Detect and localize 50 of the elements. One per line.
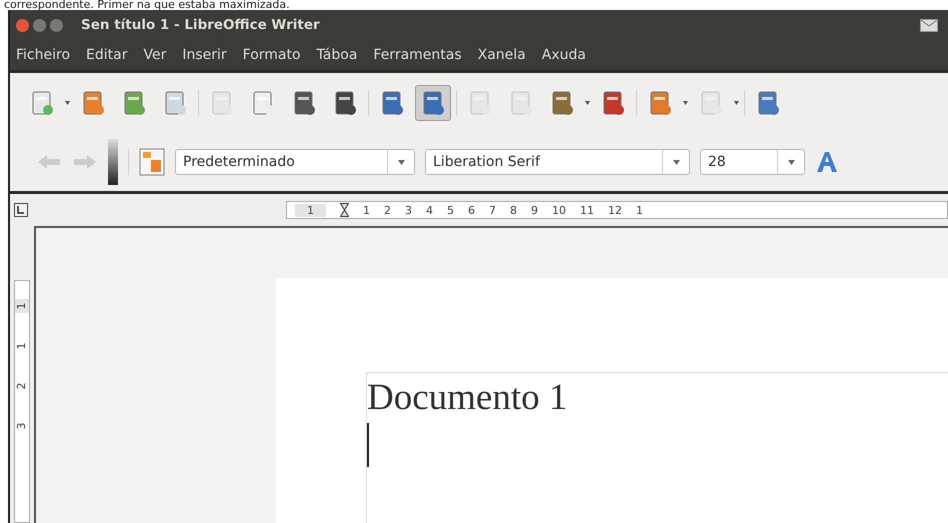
close-button[interactable] [16, 18, 29, 32]
caret-icon[interactable] [734, 101, 739, 105]
menu-item[interactable]: Formato [242, 47, 301, 63]
font-dropdown[interactable]: Liberation Serif [425, 149, 690, 175]
menu-item[interactable]: Editar [86, 47, 128, 63]
ruler-number: 3 [405, 204, 412, 216]
ruler-number: 6 [468, 204, 475, 216]
caret-icon [398, 160, 404, 164]
ruler-number: 4 [426, 204, 433, 216]
ruler-number: 12 [608, 204, 622, 216]
font-effect-icon[interactable] [815, 151, 839, 173]
ruler-number: 1 [295, 204, 326, 216]
menu-item[interactable]: Inserir [182, 47, 227, 63]
ruler-number: 7 [489, 204, 496, 216]
menu-item[interactable]: Ficheiro [16, 47, 70, 63]
font-size-dropdown[interactable]: 28 [700, 149, 805, 175]
ruler-number: 1 [363, 204, 370, 216]
caret-icon [788, 160, 794, 164]
text-area[interactable]: Documento 1 [366, 372, 948, 523]
ruler-number: 9 [531, 204, 538, 216]
caret-icon[interactable] [65, 101, 70, 105]
ruler-number: 3 [15, 422, 29, 432]
ruler-number: 2 [384, 204, 391, 216]
ruler-number: 8 [510, 204, 517, 216]
minimize-button[interactable] [33, 18, 46, 32]
document-text: Documento 1 [367, 376, 568, 420]
caret-icon[interactable] [683, 101, 688, 105]
menu-item[interactable]: Ver [143, 47, 166, 63]
style-dropdown[interactable]: Predeterminado [175, 149, 415, 175]
ruler-number: 1 [636, 204, 643, 216]
ruler-number: 1 [15, 299, 29, 313]
indent-marker-icon[interactable] [340, 203, 349, 217]
caret-icon [672, 160, 680, 164]
menu-item[interactable]: Táboa [316, 47, 358, 63]
menu-item[interactable]: Axuda [542, 47, 586, 63]
maximize-button[interactable] [50, 18, 63, 32]
caption-text: correspondente. Primer na que estaba maximizada. [3, 0, 291, 10]
ruler-number: 11 [580, 204, 594, 216]
color-bar-icon[interactable] [108, 139, 118, 185]
text-cursor [367, 423, 369, 467]
ruler-number: 5 [447, 204, 454, 216]
tab-stop-icon[interactable] [14, 203, 28, 217]
caret-icon[interactable] [585, 101, 590, 105]
menu-item[interactable]: Xanela [478, 47, 526, 63]
menu-item[interactable]: Ferramentas [373, 47, 462, 63]
ruler-number: 2 [15, 382, 29, 392]
ruler-number: 10 [552, 204, 566, 216]
styles-icon[interactable] [139, 148, 165, 176]
ruler-number: 1 [15, 342, 29, 352]
window-title: Sen título 1 - LibreOffice Writer [81, 17, 321, 33]
